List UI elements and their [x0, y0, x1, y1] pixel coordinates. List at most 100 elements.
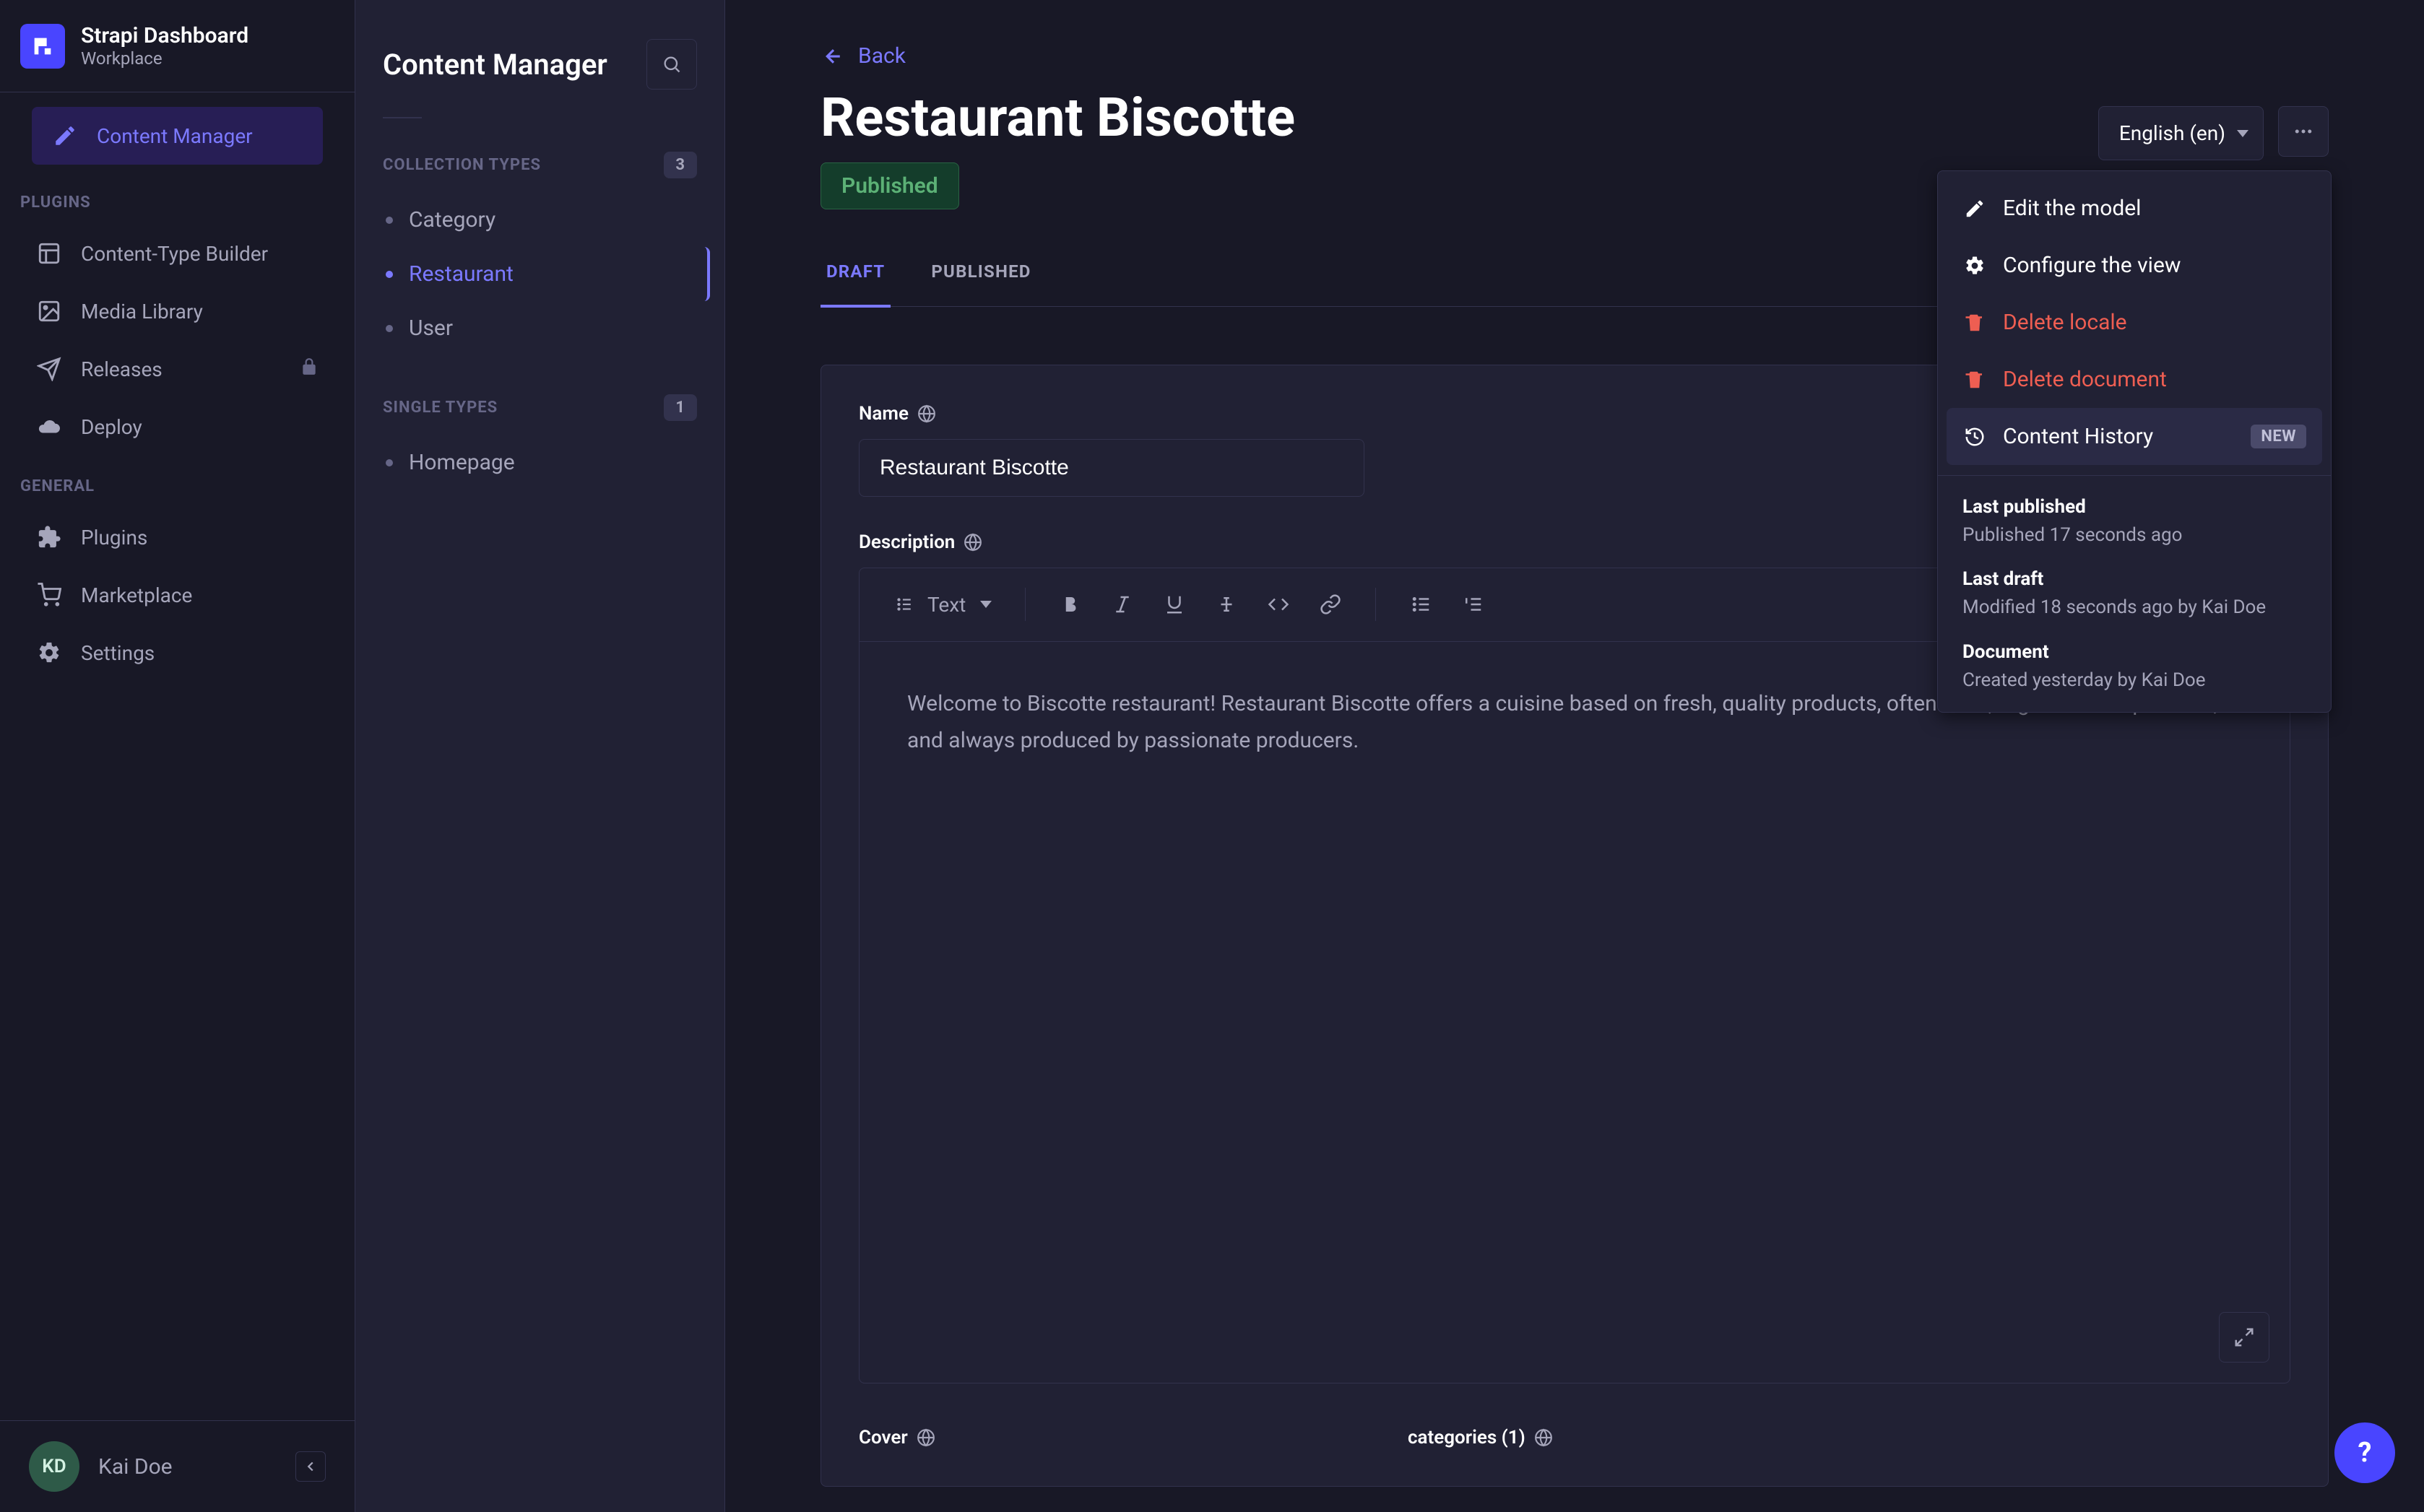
code-icon	[1268, 594, 1289, 615]
collapse-sidebar-button[interactable]	[295, 1451, 326, 1482]
rte-code-button[interactable]	[1258, 584, 1299, 625]
name-label: Name	[859, 403, 1364, 425]
tab-published[interactable]: PUBLISHED	[925, 244, 1036, 306]
popover-item-label: Delete locale	[2003, 310, 2127, 335]
main-content: Back Restaurant Biscotte Published Engli…	[725, 0, 2424, 1512]
help-fab[interactable]: ?	[2334, 1422, 2395, 1483]
divider	[383, 117, 422, 118]
sidebar-item-plugins[interactable]: Plugins	[16, 508, 339, 566]
sidebar-item-label: Deploy	[81, 415, 142, 439]
sn-item-label: Homepage	[409, 450, 515, 475]
rte-bulleted-list-button[interactable]	[1401, 584, 1441, 625]
expand-icon	[2233, 1326, 2255, 1348]
bullet-icon	[386, 271, 393, 278]
cloud-icon	[36, 414, 62, 440]
avatar[interactable]: KD	[29, 1441, 79, 1492]
pencil-icon	[1962, 196, 1987, 221]
image-icon	[36, 298, 62, 324]
sidebar-item-marketplace[interactable]: Marketplace	[16, 566, 339, 624]
italic-icon	[1112, 594, 1133, 615]
rte-numbered-list-button[interactable]	[1453, 584, 1493, 625]
status-badge: Published	[821, 162, 959, 209]
general-group-label: GENERAL	[0, 456, 355, 508]
popover-delete-locale[interactable]: Delete locale	[1938, 294, 2331, 351]
popover-content-history[interactable]: Content History NEW	[1947, 408, 2322, 465]
rte-link-button[interactable]	[1310, 584, 1351, 625]
name-input[interactable]	[859, 439, 1364, 497]
second-nav-title: Content Manager	[383, 48, 607, 82]
list-numbered-icon	[1462, 594, 1484, 615]
popover-meta: Last published Published 17 seconds ago …	[1938, 486, 2331, 703]
sn-item-label: Restaurant	[409, 261, 514, 287]
popover-item-label: Configure the view	[2003, 253, 2181, 278]
sidebar-item-label: Settings	[81, 641, 155, 665]
globe-icon	[964, 533, 982, 552]
sn-item-homepage[interactable]: Homepage	[370, 435, 710, 490]
sn-item-user[interactable]: User	[370, 301, 710, 355]
sidebar-item-deploy[interactable]: Deploy	[16, 398, 339, 456]
bullet-icon	[386, 325, 393, 332]
back-link[interactable]: Back	[821, 43, 906, 69]
search-icon	[662, 54, 682, 74]
popover-delete-document[interactable]: Delete document	[1938, 351, 2331, 408]
single-types-count: 1	[664, 394, 697, 421]
chevron-left-icon	[303, 1459, 319, 1474]
brand-subtitle: Workplace	[81, 48, 248, 69]
user-name: Kai Doe	[98, 1454, 173, 1480]
sn-item-restaurant[interactable]: Restaurant	[370, 247, 710, 301]
sidebar-item-releases[interactable]: Releases	[16, 340, 339, 398]
puzzle-icon	[36, 524, 62, 550]
rte-bold-button[interactable]	[1050, 584, 1091, 625]
pencil-icon	[52, 123, 78, 149]
last-draft-value: Modified 18 seconds ago by Kai Doe	[1962, 594, 2306, 620]
rte-content[interactable]: Welcome to Biscotte restaurant! Restaura…	[860, 642, 2290, 1383]
document-value: Created yesterday by Kai Doe	[1962, 667, 2306, 693]
brand-title: Strapi Dashboard	[81, 23, 248, 48]
sidebar-item-content-type-builder[interactable]: Content-Type Builder	[16, 225, 339, 282]
sidebar-item-media-library[interactable]: Media Library	[16, 282, 339, 340]
caret-down-icon	[980, 601, 992, 608]
sn-item-category[interactable]: Category	[370, 193, 710, 247]
history-icon	[1962, 425, 1987, 449]
categories-label: categories (1)	[1408, 1427, 1913, 1448]
rte-block-type-dropdown[interactable]: Text	[880, 583, 1006, 627]
sidebar-item-label: Plugins	[81, 526, 147, 549]
document-label: Document	[1962, 641, 2306, 663]
popover-edit-model[interactable]: Edit the model	[1938, 180, 2331, 237]
rte-italic-button[interactable]	[1102, 584, 1143, 625]
more-actions-button[interactable]	[2278, 106, 2329, 157]
gear-icon	[36, 640, 62, 666]
sidebar-item-content-manager[interactable]: Content Manager	[32, 107, 323, 165]
single-types-label: SINGLE TYPES	[383, 399, 498, 417]
sidebar-header: Strapi Dashboard Workplace	[0, 0, 355, 92]
gear-icon	[1962, 253, 1987, 278]
link-icon	[1320, 594, 1341, 615]
arrow-left-icon	[821, 45, 847, 67]
new-badge: NEW	[2251, 425, 2306, 448]
trash-icon	[1962, 368, 1987, 392]
rte-strikethrough-button[interactable]	[1206, 584, 1247, 625]
plugins-group-label: PLUGINS	[0, 172, 355, 225]
bullet-icon	[386, 217, 393, 224]
strapi-icon	[30, 34, 55, 58]
sidebar-item-settings[interactable]: Settings	[16, 624, 339, 682]
separator	[1025, 588, 1026, 621]
lock-icon	[300, 357, 319, 381]
rte-underline-button[interactable]	[1154, 584, 1195, 625]
search-button[interactable]	[646, 39, 697, 90]
dots-horizontal-icon	[2293, 121, 2314, 142]
rte-expand-button[interactable]	[2219, 1312, 2269, 1363]
sidebar: Strapi Dashboard Workplace Content Manag…	[0, 0, 355, 1512]
popover-configure-view[interactable]: Configure the view	[1938, 237, 2331, 294]
globe-icon	[917, 404, 936, 423]
bold-icon	[1060, 594, 1081, 615]
popover-item-label: Delete document	[2003, 367, 2167, 392]
bullet-icon	[386, 459, 393, 466]
sidebar-item-label: Releases	[81, 357, 163, 381]
sidebar-item-label: Content-Type Builder	[81, 242, 268, 266]
globe-icon	[1534, 1428, 1553, 1447]
locale-select[interactable]: English (en)	[2098, 106, 2264, 160]
cover-label: Cover	[859, 1427, 1364, 1448]
tab-draft[interactable]: DRAFT	[821, 244, 891, 308]
popover-item-label: Content History	[2003, 424, 2153, 449]
